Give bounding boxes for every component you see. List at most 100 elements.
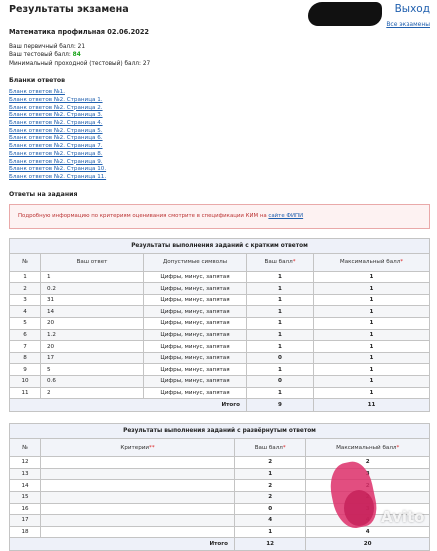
task-max: 1 <box>312 386 431 400</box>
task-number: 3 <box>9 293 41 307</box>
col-header-criteria: Критерии** <box>40 438 235 458</box>
all-exams-link[interactable]: Все экзамены <box>386 21 430 28</box>
task-allowed: Цифры, минус, запятая <box>143 328 247 342</box>
task-number: 11 <box>9 386 41 400</box>
blank-link[interactable]: Бланк ответов №2. Страница 11. <box>9 174 430 182</box>
task-answer: 5 <box>40 363 144 376</box>
task-max: 1 <box>312 363 431 376</box>
page: Результаты экзамена Выход Все экзамены М… <box>9 0 431 551</box>
answers-heading: Ответы на задания <box>9 190 78 198</box>
blank-link[interactable]: Бланк ответов №2. Страница 5. <box>9 128 430 136</box>
task-score: 2 <box>233 456 307 469</box>
task-number: 12 <box>9 456 41 469</box>
task-answer: 17 <box>40 351 144 365</box>
task-max: 1 <box>312 328 431 342</box>
blank-link[interactable]: Бланк ответов №2. Страница 2. <box>9 105 430 113</box>
table-row: 8 17 Цифры, минус, запятая 0 1 <box>9 351 431 365</box>
task-score: 1 <box>246 386 314 400</box>
task-answer: 31 <box>40 293 144 307</box>
task-number: 1 <box>9 270 41 284</box>
task-answer: 14 <box>40 305 144 319</box>
task-score: 1 <box>246 363 314 376</box>
blank-link[interactable]: Бланк ответов №2. Страница 8. <box>9 151 430 159</box>
task-score: 2 <box>233 490 307 504</box>
task-number: 8 <box>9 351 41 365</box>
col-header-score: Ваш балл* <box>233 438 307 458</box>
total-label: Итого <box>9 398 247 413</box>
blank-link[interactable]: Бланк ответов №2. Страница 4. <box>9 120 430 128</box>
task-max: 4 <box>305 525 430 539</box>
short-total-row: Итого 9 11 <box>9 398 431 413</box>
task-number: 6 <box>9 328 41 342</box>
task-score: 0 <box>246 375 314 388</box>
blanks-heading: Бланки ответов <box>9 77 66 85</box>
blank-link[interactable]: Бланк ответов №2. Страница 7. <box>9 143 430 151</box>
short-answers-table: Результаты выполнения заданий с кратким … <box>9 237 431 413</box>
task-criteria <box>40 502 235 516</box>
primary-score-value: 21 <box>77 44 86 50</box>
task-criteria <box>40 514 235 527</box>
task-allowed: Цифры, минус, запятая <box>143 351 247 365</box>
task-allowed: Цифры, минус, запятая <box>143 363 247 376</box>
table-row: 6 1.2 Цифры, минус, запятая 1 1 <box>9 328 431 342</box>
task-answer: 1.2 <box>40 328 144 342</box>
task-score: 1 <box>246 293 314 307</box>
exit-link[interactable]: Выход <box>395 3 430 15</box>
min-score-value: 27 <box>142 60 151 67</box>
total-max: 11 <box>312 398 431 413</box>
task-allowed: Цифры, минус, запятая <box>143 386 247 400</box>
blank-link[interactable]: Бланк ответов №2. Страница 6. <box>9 135 430 143</box>
task-criteria <box>40 525 235 539</box>
task-number: 7 <box>9 340 41 353</box>
task-score: 2 <box>233 479 307 492</box>
task-answer: 20 <box>40 340 144 353</box>
task-allowed: Цифры, минус, запятая <box>143 317 247 330</box>
blanks-list: Бланк ответов №1. Бланк ответов №2. Стра… <box>9 89 430 181</box>
task-number: 9 <box>9 363 41 376</box>
task-allowed: Цифры, минус, запятая <box>143 270 247 284</box>
test-score-value: 84 <box>72 52 81 59</box>
col-header-max: Максимальный балл* <box>305 438 430 458</box>
avito-watermark: Avito <box>381 508 425 526</box>
blank-link[interactable]: Бланк ответов №1. <box>9 89 430 97</box>
task-number: 17 <box>9 514 41 527</box>
task-number: 13 <box>9 467 41 481</box>
primary-score-row: Ваш первичный балл: 21 <box>9 43 430 51</box>
task-allowed: Цифры, минус, запятая <box>143 375 247 388</box>
task-criteria <box>40 467 235 481</box>
task-max: 1 <box>312 270 431 284</box>
task-max: 1 <box>312 375 431 388</box>
fipi-link[interactable]: сайте ФИПИ <box>268 213 303 219</box>
col-header-num: № <box>9 438 41 458</box>
blank-link[interactable]: Бланк ответов №2. Страница 10. <box>9 166 430 174</box>
total-score: 9 <box>246 398 314 413</box>
notice-text: Подробную информацию по критериям оценив… <box>18 212 267 219</box>
task-answer: 1 <box>40 270 144 284</box>
table-row: 3 31 Цифры, минус, запятая 1 1 <box>9 293 431 307</box>
table-row: 5 20 Цифры, минус, запятая 1 1 <box>9 317 431 330</box>
min-score-label: Минимальный проходной (тестовый) балл: <box>9 60 141 67</box>
table-row: 10 0.6 Цифры, минус, запятая 0 1 <box>9 375 431 388</box>
task-number: 2 <box>9 282 41 295</box>
blank-link[interactable]: Бланк ответов №2. Страница 3. <box>9 112 430 120</box>
table-row: 1 1 Цифры, минус, запятая 1 1 <box>9 270 431 284</box>
blank-link[interactable]: Бланк ответов №2. Страница 9. <box>9 159 430 167</box>
table-row: 7 20 Цифры, минус, запятая 1 1 <box>9 340 431 353</box>
blank-link[interactable]: Бланк ответов №2. Страница 1. <box>9 97 430 105</box>
task-score: 1 <box>233 525 307 539</box>
task-score: 1 <box>246 270 314 284</box>
notice-box: Подробную информацию по критериям оценив… <box>9 203 430 229</box>
min-score-row: Минимальный проходной (тестовый) балл: 2… <box>9 60 430 68</box>
task-max: 1 <box>312 317 431 330</box>
redacted-username <box>308 2 382 26</box>
task-allowed: Цифры, минус, запятая <box>143 340 247 353</box>
col-header-answer: Ваш ответ <box>40 252 144 272</box>
col-header-max: Максимальный балл* <box>312 252 431 272</box>
task-number: 5 <box>9 317 41 330</box>
col-header-score: Ваш балл* <box>246 252 314 272</box>
table-row: 2 0.2 Цифры, минус, запятая 1 1 <box>9 282 431 295</box>
table-row: 12 2 2 <box>9 456 430 469</box>
task-score: 4 <box>233 514 307 527</box>
task-score: 0 <box>233 502 307 516</box>
task-max: 1 <box>312 282 431 295</box>
